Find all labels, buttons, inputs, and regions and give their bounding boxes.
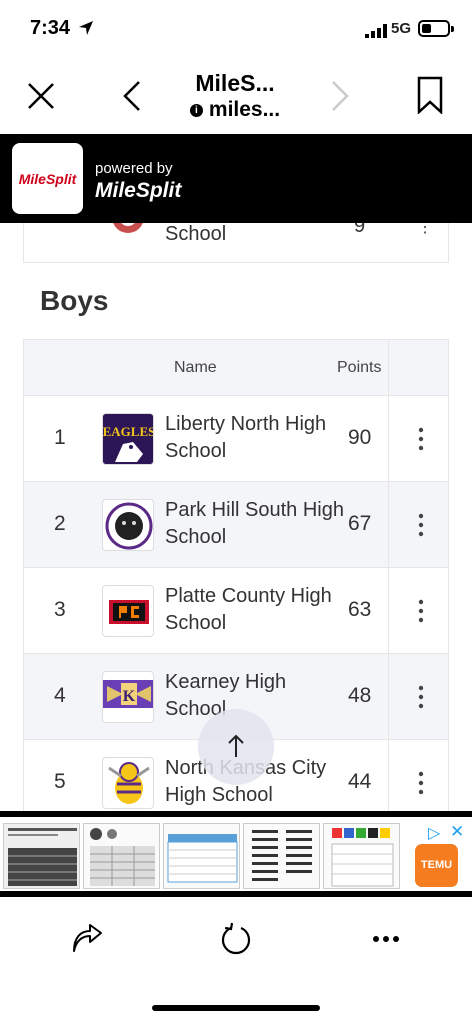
table-row[interactable]: 2 Park Hill South High School 67 xyxy=(24,482,448,568)
more-options-icon[interactable] xyxy=(409,768,433,798)
rank: 4 xyxy=(54,684,66,707)
page-url[interactable]: i miles... xyxy=(150,98,320,122)
status-time: 7:34 xyxy=(30,17,71,39)
points: 48 xyxy=(348,684,372,707)
ad-product-image[interactable] xyxy=(83,823,160,889)
table-row[interactable]: 3 Platte County High School 63 xyxy=(24,568,448,654)
ad-product-image[interactable] xyxy=(163,823,240,889)
rank: 3 xyxy=(54,598,66,621)
points: 90 xyxy=(348,426,372,449)
forward-icon[interactable] xyxy=(330,80,350,112)
bottom-toolbar xyxy=(0,897,472,1024)
more-options-icon[interactable] xyxy=(409,596,433,626)
browser-nav-bar: MileS... i miles... xyxy=(0,58,472,134)
home-indicator[interactable] xyxy=(152,1005,320,1011)
rank: 5 xyxy=(54,770,66,793)
column-header-name: Name xyxy=(174,359,217,376)
ad-product-image[interactable] xyxy=(3,823,80,889)
network-type: 5G xyxy=(391,20,412,37)
milesplit-banner[interactable]: MileSplit powered by MileSplit xyxy=(0,134,472,223)
status-bar: 7:34 5G xyxy=(0,0,472,58)
school-name[interactable]: Park Hill South High School xyxy=(165,497,345,551)
points-partial: 9 xyxy=(354,223,366,237)
school-logo: EAGLES xyxy=(102,413,154,465)
brand-name: MileSplit xyxy=(95,179,182,202)
url-text: miles... xyxy=(208,98,281,121)
rank: 2 xyxy=(54,512,66,535)
svg-text:EAGLES: EAGLES xyxy=(103,424,154,439)
points: 67 xyxy=(348,512,372,535)
ad-info-icon[interactable]: ▷ xyxy=(428,823,440,843)
milesplit-logo: MileSplit xyxy=(12,143,83,214)
column-header-points: Points xyxy=(337,359,382,376)
table-row-partial: 9 School ⋮ xyxy=(23,223,449,263)
school-logo xyxy=(102,585,154,637)
bookmark-icon[interactable] xyxy=(417,76,443,114)
school-logo xyxy=(102,757,154,809)
ad-close-icon[interactable]: ✕ xyxy=(450,822,464,842)
arrow-up-icon xyxy=(228,734,244,757)
points: 63 xyxy=(348,598,372,621)
school-name: School xyxy=(165,223,227,245)
rank: 1 xyxy=(54,426,66,449)
close-icon[interactable] xyxy=(27,82,55,110)
page-title: MileS... xyxy=(195,70,275,96)
school-logo xyxy=(102,499,154,551)
location-arrow-icon xyxy=(79,21,93,35)
signal-icon xyxy=(365,24,387,38)
school-name[interactable]: Liberty North High School xyxy=(165,411,345,465)
more-menu-icon[interactable] xyxy=(372,935,400,943)
table-row[interactable]: 1 EAGLES Liberty North High School 90 xyxy=(24,396,448,482)
temu-logo[interactable]: TEMU xyxy=(415,844,458,887)
main-content: 9 School ⋮ Boys Name Points 1 EAGLES Lib… xyxy=(0,223,472,811)
more-options-icon[interactable] xyxy=(409,682,433,712)
battery-icon xyxy=(418,20,454,37)
more-options-icon[interactable] xyxy=(409,510,433,540)
more-icon[interactable]: ⋮ xyxy=(417,223,433,237)
more-options-icon[interactable] xyxy=(409,424,433,454)
share-icon[interactable] xyxy=(70,923,104,955)
info-icon: i xyxy=(189,103,203,117)
ad-product-image[interactable] xyxy=(243,823,320,889)
section-title: Boys xyxy=(40,285,109,316)
table-header: Name Points xyxy=(24,340,448,396)
points: 44 xyxy=(348,770,372,793)
svg-text:K: K xyxy=(123,688,136,705)
powered-by-label: powered by xyxy=(95,160,173,177)
school-name[interactable]: Platte County High School xyxy=(165,583,345,637)
back-icon[interactable] xyxy=(122,80,142,112)
scroll-to-top-button[interactable] xyxy=(198,709,274,785)
ad-banner[interactable]: ▷ ✕ TEMU xyxy=(0,811,472,897)
reload-icon[interactable] xyxy=(218,921,254,957)
school-logo xyxy=(113,223,143,233)
school-logo: K xyxy=(102,671,154,723)
ad-product-image[interactable] xyxy=(323,823,400,889)
